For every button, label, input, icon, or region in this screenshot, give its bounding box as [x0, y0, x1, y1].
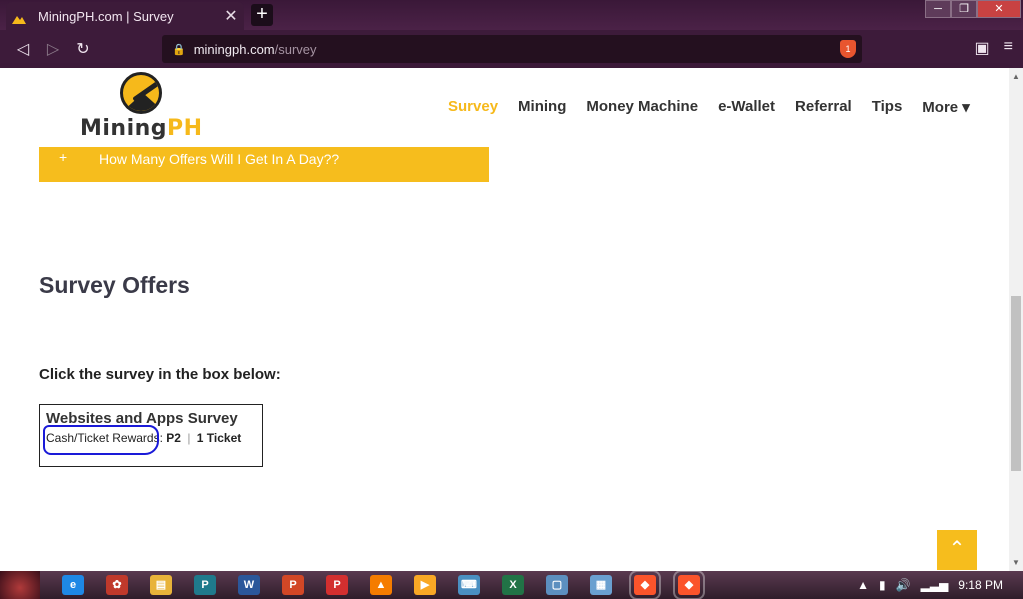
browser-tab-strip: MiningPH.com | Survey ✕ + ─ ❐ ✕	[0, 0, 1023, 30]
ticket-reward: 1 Ticket	[196, 431, 242, 445]
system-tray: ▲ ▮ 🔊 ▂▃▅ 9:18 PM	[857, 571, 1003, 599]
menu-item-tips[interactable]: Tips	[872, 98, 903, 116]
faq-question: How Many Offers Will I Get In A Day??	[99, 151, 340, 167]
window-icon[interactable]: ▢	[546, 575, 568, 595]
site-logo[interactable]: MiningPH	[80, 72, 205, 144]
volume-icon[interactable]: 🔊	[896, 578, 911, 592]
logo-mark-icon	[120, 72, 162, 114]
tray-expand-icon[interactable]: ▲	[857, 578, 869, 592]
brave-icon[interactable]: ◆	[629, 570, 661, 599]
window-controls: ─ ❐ ✕	[925, 0, 1021, 18]
battery-icon[interactable]: ▮	[879, 578, 886, 592]
survey-card[interactable]: Websites and Apps Survey Cash/Ticket Rew…	[39, 404, 263, 467]
ie-icon[interactable]: e	[62, 575, 84, 595]
main-menu: Survey Mining Money Machine e-Wallet Ref…	[448, 98, 990, 116]
separator: |	[187, 431, 191, 445]
new-tab-button[interactable]: +	[251, 4, 273, 26]
excel-icon[interactable]: X	[502, 575, 524, 595]
scrollbar-thumb[interactable]	[1011, 296, 1021, 471]
address-bar[interactable]: 🔒 miningph.com/survey 1	[162, 35, 862, 63]
site-favicon-icon	[12, 8, 28, 24]
tab-title: MiningPH.com | Survey	[38, 8, 174, 24]
site-header: MiningPH Survey Mining Money Machine e-W…	[0, 68, 1009, 147]
calculator-icon[interactable]: ▦	[590, 575, 612, 595]
expand-plus-icon: +	[59, 149, 68, 165]
vlc-icon[interactable]: ▲	[370, 575, 392, 595]
logo-wordmark: MiningPH	[80, 116, 203, 141]
forward-icon[interactable]: ▷	[38, 39, 68, 59]
browser-toolbar: ◁ ▷ ↻ 🔒 miningph.com/survey 1 ▣ ≡	[0, 30, 1023, 68]
page-content: + How Many Offers Will I Get In A Day?? …	[0, 147, 1009, 571]
scroll-up-icon[interactable]: ▲	[1009, 72, 1023, 81]
cash-reward: P2	[166, 431, 181, 445]
brave-shield-icon[interactable]: 1	[840, 40, 856, 58]
menu-icon[interactable]: ≡	[1004, 38, 1013, 58]
survey-meta: Cash/Ticket Rewards: P2 | 1 Ticket	[46, 431, 256, 445]
clock[interactable]: 9:18 PM	[958, 578, 1003, 592]
section-title: Survey Offers	[39, 272, 190, 298]
scroll-to-top-button[interactable]: ⌃	[937, 530, 977, 570]
reload-icon[interactable]: ↻	[68, 39, 98, 59]
pdf-icon[interactable]: P	[326, 575, 348, 595]
word-icon[interactable]: W	[238, 575, 260, 595]
url-domain: miningph.com	[193, 41, 275, 57]
minimize-icon[interactable]: ─	[925, 0, 951, 18]
menu-item-survey[interactable]: Survey	[448, 98, 498, 116]
window-close-icon[interactable]: ✕	[977, 0, 1021, 18]
publisher-icon[interactable]: P	[194, 575, 216, 595]
brave-icon-active[interactable]: ◆	[673, 570, 705, 599]
lock-icon: 🔒	[172, 43, 186, 56]
os-taskbar: e ✿ ▤ P W P P ▲ ▶ ⌨ X ▢ ▦ ◆ ◆ ▲ ▮ 🔊 ▂▃▅ 9:18 PM	[0, 570, 1023, 599]
explorer-icon[interactable]: ▤	[150, 575, 172, 595]
maximize-icon[interactable]: ❐	[951, 0, 977, 18]
tab-close-icon[interactable]: ✕	[222, 6, 240, 26]
browser-tab[interactable]: MiningPH.com | Survey ✕	[6, 2, 244, 30]
powerpoint-icon[interactable]: P	[282, 575, 304, 595]
back-icon[interactable]: ◁	[8, 39, 38, 59]
keyboard-icon[interactable]: ⌨	[458, 575, 480, 595]
taskbar-apps: e ✿ ▤ P W P P ▲ ▶ ⌨ X ▢ ▦ ◆ ◆	[40, 570, 705, 599]
survey-instruction: Click the survey in the box below:	[39, 366, 281, 383]
scroll-down-icon[interactable]: ▼	[1009, 558, 1023, 567]
start-button[interactable]	[0, 571, 40, 599]
media-icon[interactable]: ▶	[414, 575, 436, 595]
url-path: /survey	[274, 41, 317, 57]
menu-item-money-machine[interactable]: Money Machine	[586, 98, 698, 116]
faq-accordion-item[interactable]: + How Many Offers Will I Get In A Day??	[39, 147, 489, 182]
reward-label: Cash/Ticket Rewards:	[46, 431, 163, 445]
menu-item-e-wallet[interactable]: e-Wallet	[718, 98, 775, 116]
menu-item-mining[interactable]: Mining	[518, 98, 566, 116]
page-scrollbar[interactable]: ▲ ▼	[1009, 68, 1023, 571]
signal-icon[interactable]: ▂▃▅	[921, 578, 949, 592]
toolbar-right: ▣ ≡	[975, 38, 1013, 58]
menu-item-referral[interactable]: Referral	[795, 98, 852, 116]
reading-list-icon[interactable]: ▣	[975, 38, 990, 58]
menu-item-more[interactable]: More ▾	[922, 98, 970, 116]
app-icon[interactable]: ✿	[106, 575, 128, 595]
